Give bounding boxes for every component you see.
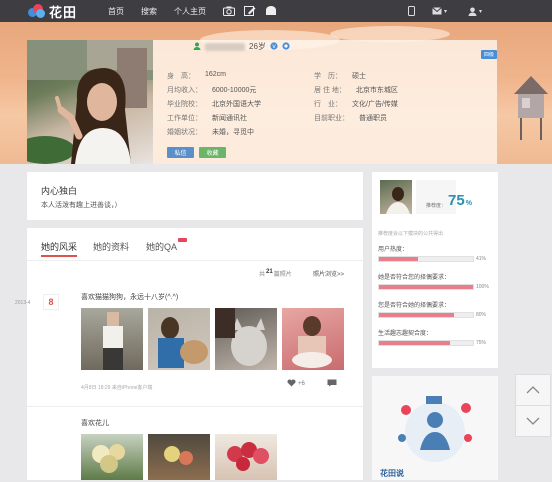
mail-icon[interactable]: ▾ bbox=[432, 0, 447, 22]
camera-icon[interactable] bbox=[223, 6, 235, 16]
browse-photos-link[interactable]: 照片浏览>> bbox=[313, 269, 344, 278]
favorite-button[interactable]: 收藏 bbox=[199, 147, 226, 158]
match-progress-fill bbox=[379, 257, 418, 261]
like-button[interactable]: +6 bbox=[287, 379, 305, 389]
monologue-title: 内心独白 bbox=[41, 186, 78, 196]
main-nav: 首页 搜索 个人主页 bbox=[108, 0, 277, 22]
match-progress-bar bbox=[378, 256, 474, 262]
match-item-percent: 75% bbox=[476, 340, 487, 346]
tab-divider bbox=[27, 260, 363, 261]
heart-icon bbox=[287, 379, 296, 389]
chevron-down-icon bbox=[526, 417, 540, 425]
post-photo[interactable] bbox=[81, 434, 143, 480]
age-text: 26岁 bbox=[249, 42, 266, 51]
flower-logo-icon bbox=[28, 4, 46, 18]
monologue-card: 内心独白 本人活泼有趣上进善谈，） bbox=[27, 172, 363, 220]
svg-text:v: v bbox=[272, 43, 276, 50]
photo-count: 共 21 篇照片 bbox=[259, 269, 292, 278]
tab-her-qa[interactable]: 她的QA bbox=[146, 240, 177, 253]
nickname-blurred bbox=[205, 42, 245, 51]
post-text: 喜欢猫猫狗狗，永远十八岁(^.^) bbox=[81, 294, 179, 301]
beach-hut-decoration bbox=[512, 62, 550, 142]
field-income: 月均收入： 6000-10000元 bbox=[167, 87, 257, 94]
match-card: 推荐度： 75% 推荐度会以下模块的公共得出 用户热度： 41% 她是否符合您的择偶… bbox=[372, 172, 498, 368]
top-navigation-bar: 花田 首页 搜索 个人主页 ▾ ▾ bbox=[0, 0, 552, 22]
nav-item-home[interactable]: 首页 bbox=[108, 6, 124, 17]
comment-icon[interactable] bbox=[327, 379, 337, 389]
match-progress-fill bbox=[379, 285, 473, 289]
notification-icon[interactable] bbox=[265, 6, 277, 16]
match-progress-bar bbox=[378, 284, 474, 290]
field-marital: 婚姻状况： 未婚，寻觅中 bbox=[167, 129, 254, 136]
promo-illustration bbox=[398, 396, 472, 462]
field-company: 工作单位： 新闻通讯社 bbox=[167, 115, 247, 122]
badge-icon: v bbox=[270, 41, 278, 52]
post-photo[interactable] bbox=[215, 308, 277, 370]
post-meta: 4月8日 18:29 来自iPhone客户端 bbox=[81, 385, 153, 391]
scroll-down-button[interactable] bbox=[515, 405, 551, 437]
field-school: 毕业院校： 北京外国语大学 bbox=[167, 101, 261, 108]
tab-her-style[interactable]: 她的风采 bbox=[41, 240, 77, 253]
field-residence: 居 住 地： 北京市东城区 bbox=[314, 87, 398, 94]
user-menu-icon[interactable]: ▾ bbox=[468, 0, 482, 22]
post-date: 2013-4 bbox=[15, 300, 31, 306]
chevron-down-icon: ▾ bbox=[479, 8, 483, 15]
scroll-up-button[interactable] bbox=[515, 374, 551, 406]
post-photo[interactable] bbox=[282, 308, 344, 370]
match-score: 75% bbox=[448, 192, 472, 209]
profile-photo[interactable] bbox=[27, 40, 153, 164]
match-avatar[interactable] bbox=[380, 180, 412, 214]
field-height: 身 高： 162cm bbox=[167, 71, 227, 80]
tab-her-profile[interactable]: 她的资料 bbox=[93, 240, 129, 253]
match-progress-bar bbox=[378, 312, 474, 318]
match-item-percent: 80% bbox=[476, 312, 487, 318]
match-progress-bar bbox=[378, 340, 474, 346]
post-day: 8 bbox=[43, 294, 59, 310]
promo-card[interactable]: 花田说 bbox=[372, 376, 498, 480]
match-item-percent: 41% bbox=[476, 256, 487, 262]
brand-name: 花田 bbox=[49, 5, 78, 21]
match-item-label: 生活趣志趣契合度： bbox=[378, 331, 433, 337]
chevron-up-icon bbox=[526, 386, 540, 394]
field-education: 学 历： 硕士 bbox=[314, 73, 366, 80]
post-photo[interactable] bbox=[148, 434, 210, 480]
post-photo[interactable] bbox=[81, 308, 143, 370]
chevron-down-icon: ▾ bbox=[444, 8, 448, 15]
nav-item-profile[interactable]: 个人主页 bbox=[174, 6, 206, 17]
post-photo[interactable] bbox=[215, 434, 277, 480]
feed-card: 她的风采 她的资料 她的QA 共 21 篇照片 照片浏览>> 喜欢猫猫狗狗，永远十八… bbox=[27, 228, 363, 480]
mobile-icon[interactable] bbox=[408, 0, 415, 22]
profile-card: 26岁 v 四级 身 高： 162cm 月均收入： 6000-10000元 毕业院校… bbox=[27, 40, 497, 164]
active-tab-indicator bbox=[41, 255, 77, 257]
new-badge bbox=[178, 238, 187, 242]
post-photo[interactable] bbox=[148, 308, 210, 370]
message-button[interactable]: 私信 bbox=[167, 147, 194, 158]
post-text: 喜欢花儿 bbox=[81, 420, 109, 427]
match-label: 推荐度： bbox=[426, 203, 447, 209]
brand-logo[interactable]: 花田 bbox=[28, 2, 78, 21]
match-item-label: 她是否符合您的择偶要求： bbox=[378, 275, 451, 281]
verified-user-icon bbox=[193, 42, 201, 52]
profile-header: 26岁 v bbox=[193, 41, 290, 52]
monologue-text: 本人活泼有趣上进善谈，） bbox=[41, 202, 122, 209]
promo-text: 花田说 bbox=[380, 469, 404, 478]
nav-item-search[interactable]: 搜索 bbox=[141, 6, 157, 17]
match-item-label: 用户热度： bbox=[378, 247, 409, 253]
level-badge: 四级 bbox=[481, 50, 497, 59]
match-hint: 推荐度会以下模块的公共得出 bbox=[378, 231, 444, 237]
edit-icon[interactable] bbox=[244, 6, 256, 16]
match-progress-fill bbox=[379, 341, 450, 345]
field-occupation: 目前职业： 普通职员 bbox=[314, 115, 387, 122]
field-industry: 行 业： 文化/广告/传媒 bbox=[314, 101, 398, 108]
post-divider bbox=[27, 406, 363, 407]
match-progress-fill bbox=[379, 313, 455, 317]
match-item-percent: 100% bbox=[476, 284, 489, 290]
badge-icon bbox=[282, 41, 290, 52]
match-item-label: 您是否符合她的择偶要求： bbox=[378, 303, 451, 309]
